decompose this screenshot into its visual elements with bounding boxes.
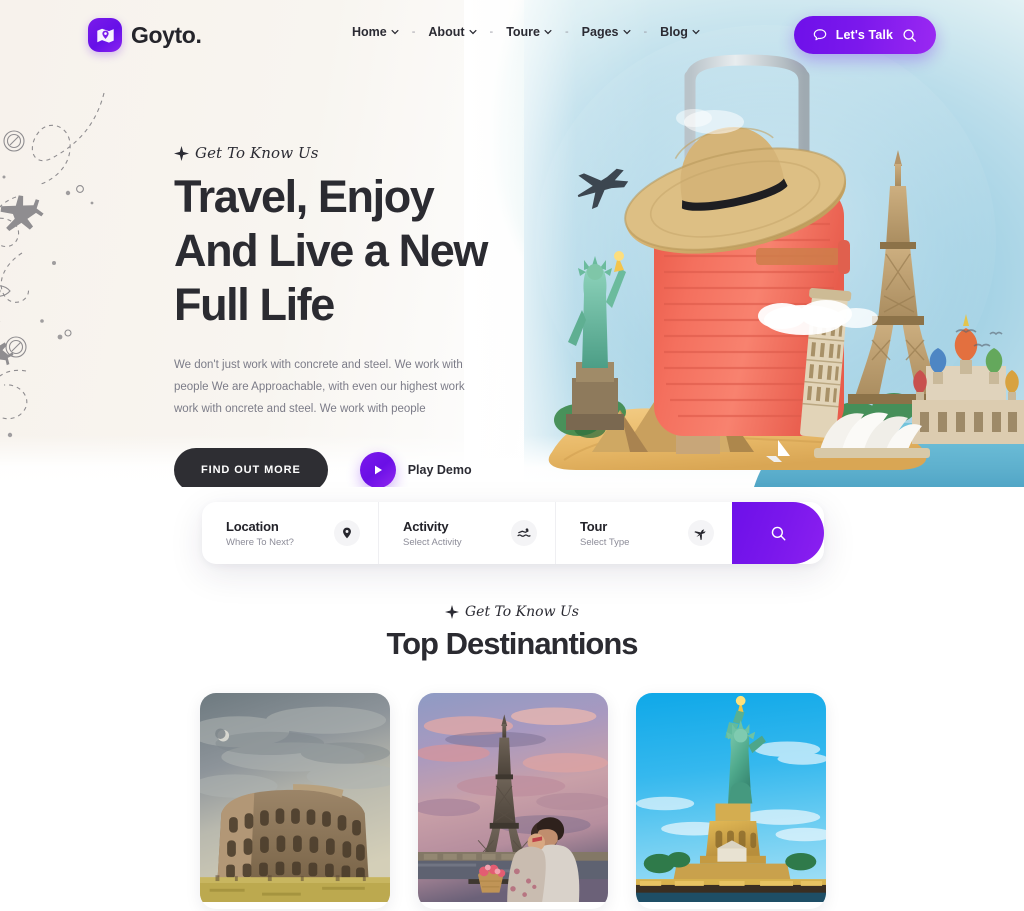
chevron-down-icon: [692, 29, 700, 35]
search-icon: [903, 28, 916, 42]
nav-item-about-label: About: [428, 25, 465, 39]
search-field-activity-label: Activity: [403, 518, 449, 534]
nav-item-toure[interactable]: Toure: [506, 25, 552, 39]
swimmer-icon: [511, 520, 537, 546]
eiffel-tower-image: [418, 693, 608, 903]
search-field-tour-label: Tour: [580, 518, 608, 534]
brand-logo[interactable]: Goyto.: [88, 18, 202, 52]
hero-eyebrow-text: Get To Know Us: [195, 144, 319, 162]
lets-talk-button[interactable]: Let's Talk: [793, 16, 936, 54]
find-out-more-button[interactable]: FIND OUT MORE: [174, 448, 328, 487]
colosseum-image: [200, 693, 390, 903]
chevron-down-icon: [391, 29, 399, 35]
top-destinations-section: Get To Know Us Top Destinantions: [0, 604, 1024, 903]
destination-cards: [200, 693, 826, 909]
site-header: Goyto. Home - About - Toure - Pages - Bl…: [0, 0, 1024, 70]
hero-actions: FIND OUT MORE Play Demo: [174, 448, 574, 487]
statue-of-liberty-image: [636, 693, 826, 903]
destination-card-statue-of-liberty[interactable]: [636, 693, 826, 909]
hero-section: Get To Know Us Travel, Enjoy And Live a …: [0, 0, 1024, 487]
hero-title-line-3: Full Life: [174, 279, 335, 330]
lets-talk-label: Let's Talk: [835, 28, 893, 42]
landing-page: Get To Know Us Travel, Enjoy And Live a …: [0, 0, 1024, 911]
nav-item-toure-label: Toure: [506, 25, 540, 39]
search-field-location-value: Where To Next?: [226, 536, 294, 548]
search-field-location[interactable]: Location Where To Next?: [202, 502, 379, 564]
nav-item-about[interactable]: About: [428, 25, 477, 39]
map-pin-icon: [334, 520, 360, 546]
hero-title-line-2: And Live a New: [174, 225, 488, 276]
search-submit-button[interactable]: [732, 502, 824, 564]
nav-item-pages[interactable]: Pages: [582, 25, 631, 39]
sparkle-icon: [174, 145, 189, 161]
search-field-activity-value: Select Activity: [403, 536, 462, 548]
brand-name: Goyto.: [131, 21, 202, 48]
hero-description: We don't just work with concrete and ste…: [174, 359, 465, 415]
play-triangle-icon: [359, 452, 396, 487]
hero-title: Travel, Enjoy And Live a New Full Life: [174, 170, 574, 332]
airplane-icon: [688, 520, 714, 546]
hero-title-line-1: Travel, Enjoy: [174, 171, 435, 222]
nav-item-home[interactable]: Home: [352, 25, 399, 39]
chevron-down-icon: [544, 29, 552, 35]
nav-item-home-label: Home: [352, 25, 387, 39]
nav-separator: -: [643, 26, 648, 38]
destination-card-eiffel-tower[interactable]: [418, 693, 608, 909]
trip-search-bar: Location Where To Next? Activity Select …: [202, 502, 824, 564]
destinations-title: Top Destinantions: [386, 626, 638, 661]
main-navigation: Home - About - Toure - Pages - Blog: [352, 25, 700, 39]
destinations-eyebrow-text: Get To Know Us: [465, 604, 579, 620]
nav-separator: -: [411, 26, 416, 38]
sparkle-icon: [445, 605, 459, 619]
destination-card-colosseum[interactable]: [200, 693, 390, 909]
search-field-activity[interactable]: Activity Select Activity: [379, 502, 556, 564]
nav-separator: -: [564, 26, 569, 38]
search-field-tour[interactable]: Tour Select Type: [556, 502, 732, 564]
chevron-down-icon: [468, 29, 477, 35]
nav-item-blog[interactable]: Blog: [660, 25, 700, 39]
play-demo-button[interactable]: Play Demo: [359, 452, 472, 487]
hero-content: Get To Know Us Travel, Enjoy And Live a …: [174, 144, 574, 487]
map-location-icon: [88, 18, 122, 52]
chevron-down-icon: [622, 29, 631, 35]
hero-eyebrow: Get To Know Us: [174, 144, 574, 162]
nav-separator: -: [489, 26, 494, 38]
chat-bubble-icon: [813, 29, 827, 41]
nav-item-blog-label: Blog: [660, 25, 688, 39]
search-field-tour-value: Select Type: [580, 536, 630, 548]
search-field-location-label: Location: [226, 518, 279, 534]
search-icon: [771, 526, 785, 540]
destinations-eyebrow: Get To Know Us: [0, 604, 1024, 620]
play-demo-label: Play Demo: [407, 463, 472, 477]
nav-item-pages-label: Pages: [581, 25, 619, 39]
